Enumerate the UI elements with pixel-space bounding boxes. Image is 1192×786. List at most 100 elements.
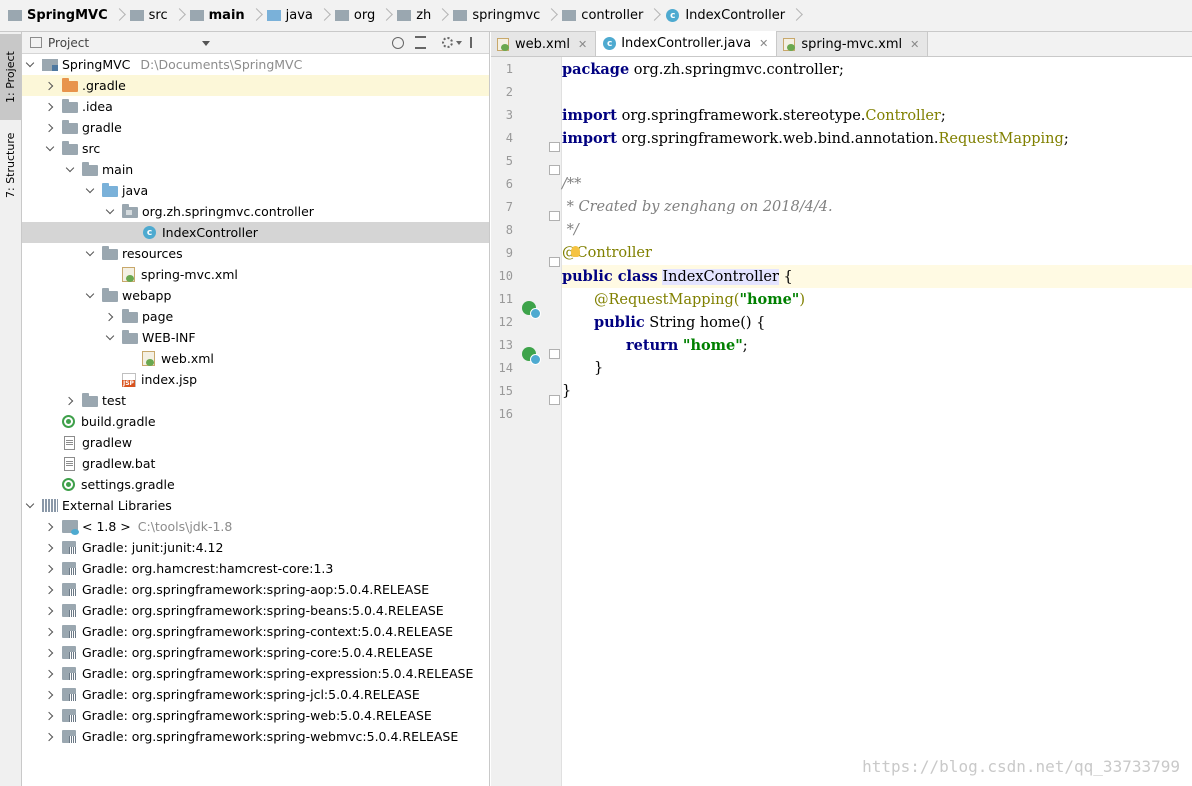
expand-arrow-icon[interactable] <box>64 164 76 176</box>
expand-arrow-icon[interactable] <box>84 248 96 260</box>
tree-item-label: java <box>122 183 149 198</box>
tree-item-label: webapp <box>122 288 172 303</box>
fold-marker-icon[interactable] <box>549 165 560 175</box>
breadcrumb-main[interactable]: main <box>189 0 267 32</box>
folder-icon <box>189 10 204 21</box>
hide-panel-icon[interactable] <box>470 37 480 48</box>
fold-marker-icon[interactable] <box>549 211 560 221</box>
fold-marker-icon[interactable] <box>549 257 560 267</box>
breadcrumb-zh[interactable]: zh <box>397 0 453 32</box>
dropdown-arrow-icon[interactable] <box>202 41 210 46</box>
breadcrumb-indexcontroller[interactable]: c IndexController <box>665 0 807 32</box>
expand-arrow-icon[interactable] <box>104 332 116 344</box>
expand-arrow-icon[interactable] <box>44 668 56 680</box>
tree-item-test[interactable]: test <box>22 390 489 411</box>
library-item[interactable]: Gradle: org.springframework:spring-conte… <box>22 621 489 642</box>
expand-arrow-icon[interactable] <box>44 521 56 533</box>
library-item[interactable]: Gradle: org.hamcrest:hamcrest-core:1.3 <box>22 558 489 579</box>
library-item[interactable]: Gradle: org.springframework:spring-core:… <box>22 642 489 663</box>
tree-item-external-libraries[interactable]: External Libraries <box>22 495 489 516</box>
expand-arrow-icon[interactable] <box>44 542 56 554</box>
spring-mapping-icon[interactable] <box>522 347 541 365</box>
expand-arrow-icon[interactable] <box>44 626 56 638</box>
expand-arrow-icon[interactable] <box>44 584 56 596</box>
tree-item-root[interactable]: SpringMVC D:\Documents\SpringMVC <box>22 54 489 75</box>
tab-indexcontroller-java[interactable]: c IndexController.java ✕ <box>596 31 778 56</box>
tree-item-idea[interactable]: .idea <box>22 96 489 117</box>
expand-arrow-icon[interactable] <box>84 185 96 197</box>
tree-item-index-jsp[interactable]: index.jsp <box>22 369 489 390</box>
tree-item-spring-mvc-xml[interactable]: spring-mvc.xml <box>22 264 489 285</box>
library-item[interactable]: Gradle: org.springframework:spring-beans… <box>22 600 489 621</box>
tab-spring-mvc-xml[interactable]: spring-mvc.xml ✕ <box>777 32 929 56</box>
text-file-icon <box>64 456 75 471</box>
tree-item-page[interactable]: page <box>22 306 489 327</box>
tree-item-gradle-dir[interactable]: .gradle <box>22 75 489 96</box>
expand-arrow-icon[interactable] <box>44 143 56 155</box>
close-icon[interactable]: ✕ <box>910 38 919 51</box>
expand-arrow-icon[interactable] <box>44 605 56 617</box>
expand-arrow-icon[interactable] <box>44 122 56 134</box>
expand-arrow-icon[interactable] <box>44 689 56 701</box>
breadcrumb-controller[interactable]: controller <box>562 0 665 32</box>
expand-arrow-icon[interactable] <box>104 206 116 218</box>
tree-item-package[interactable]: org.zh.springmvc.controller <box>22 201 489 222</box>
chevron-right-icon <box>649 0 659 32</box>
locate-icon[interactable] <box>392 37 404 49</box>
tab-structure[interactable]: 7: Structure <box>0 124 21 206</box>
tree-item-indexcontroller[interactable]: c IndexController <box>22 222 489 243</box>
fold-marker-icon[interactable] <box>549 395 560 405</box>
expand-arrow-icon[interactable] <box>44 731 56 743</box>
tree-item-path: D:\Documents\SpringMVC <box>140 57 303 72</box>
expand-arrow-icon[interactable] <box>44 101 56 113</box>
expand-arrow-icon[interactable] <box>44 710 56 722</box>
lightbulb-icon[interactable] <box>571 246 580 257</box>
library-item[interactable]: Gradle: org.springframework:spring-jcl:5… <box>22 684 489 705</box>
library-item[interactable]: Gradle: junit:junit:4.12 <box>22 537 489 558</box>
tree-item-web-inf[interactable]: WEB-INF <box>22 327 489 348</box>
breadcrumb-java[interactable]: java <box>266 0 335 32</box>
tree-item-resources[interactable]: resources <box>22 243 489 264</box>
library-item[interactable]: Gradle: org.springframework:spring-aop:5… <box>22 579 489 600</box>
tree-item-gradle[interactable]: gradle <box>22 117 489 138</box>
close-icon[interactable]: ✕ <box>578 38 587 51</box>
code-area[interactable]: 1 2 3 4 5 6 7 8 9 10 11 12 13 14 15 16 package org.zh.s… <box>491 57 1192 786</box>
breadcrumb-src[interactable]: src <box>129 0 190 32</box>
tree-item-web-xml[interactable]: web.xml <box>22 348 489 369</box>
breadcrumb-springmvc[interactable]: SpringMVC <box>8 0 130 32</box>
expand-arrow-icon[interactable] <box>24 59 36 71</box>
library-item[interactable]: Gradle: org.springframework:spring-web:5… <box>22 705 489 726</box>
chevron-down-icon[interactable] <box>456 41 462 45</box>
spring-bean-icon[interactable] <box>522 301 541 319</box>
library-item[interactable]: Gradle: org.springframework:spring-webmv… <box>22 726 489 747</box>
tab-project[interactable]: 1: Project <box>0 34 21 120</box>
tree-item-src[interactable]: src <box>22 138 489 159</box>
tree-item-main[interactable]: main <box>22 159 489 180</box>
close-icon[interactable]: ✕ <box>759 37 768 50</box>
tree-item-jdk[interactable]: < 1.8 > C:\tools\jdk-1.8 <box>22 516 489 537</box>
tree-item-webapp[interactable]: webapp <box>22 285 489 306</box>
tree-item-build-gradle[interactable]: build.gradle <box>22 411 489 432</box>
tree-item-gradlew-bat[interactable]: gradlew.bat <box>22 453 489 474</box>
expand-arrow-icon[interactable] <box>44 80 56 92</box>
expand-arrow-icon[interactable] <box>64 395 76 407</box>
expand-arrow-icon[interactable] <box>104 311 116 323</box>
expand-arrow-icon[interactable] <box>24 500 36 512</box>
fold-marker-icon[interactable] <box>549 142 560 152</box>
breadcrumb-org[interactable]: org <box>334 0 397 32</box>
tree-item-label: SpringMVC <box>62 57 131 72</box>
gear-icon[interactable] <box>442 37 453 48</box>
expand-arrow-icon[interactable] <box>44 647 56 659</box>
project-view-selector[interactable]: Project <box>48 36 89 50</box>
fold-marker-icon[interactable] <box>549 349 560 359</box>
tree-item-gradlew[interactable]: gradlew <box>22 432 489 453</box>
tree-item-java[interactable]: java <box>22 180 489 201</box>
tree-item-settings-gradle[interactable]: settings.gradle <box>22 474 489 495</box>
library-item[interactable]: Gradle: org.springframework:spring-expre… <box>22 663 489 684</box>
breadcrumb-springmvc-pkg[interactable]: springmvc <box>453 0 562 32</box>
tab-web-xml[interactable]: web.xml ✕ <box>491 32 597 56</box>
collapse-all-icon[interactable] <box>415 36 426 49</box>
expand-arrow-icon[interactable] <box>44 563 56 575</box>
expand-arrow-icon[interactable] <box>84 290 96 302</box>
